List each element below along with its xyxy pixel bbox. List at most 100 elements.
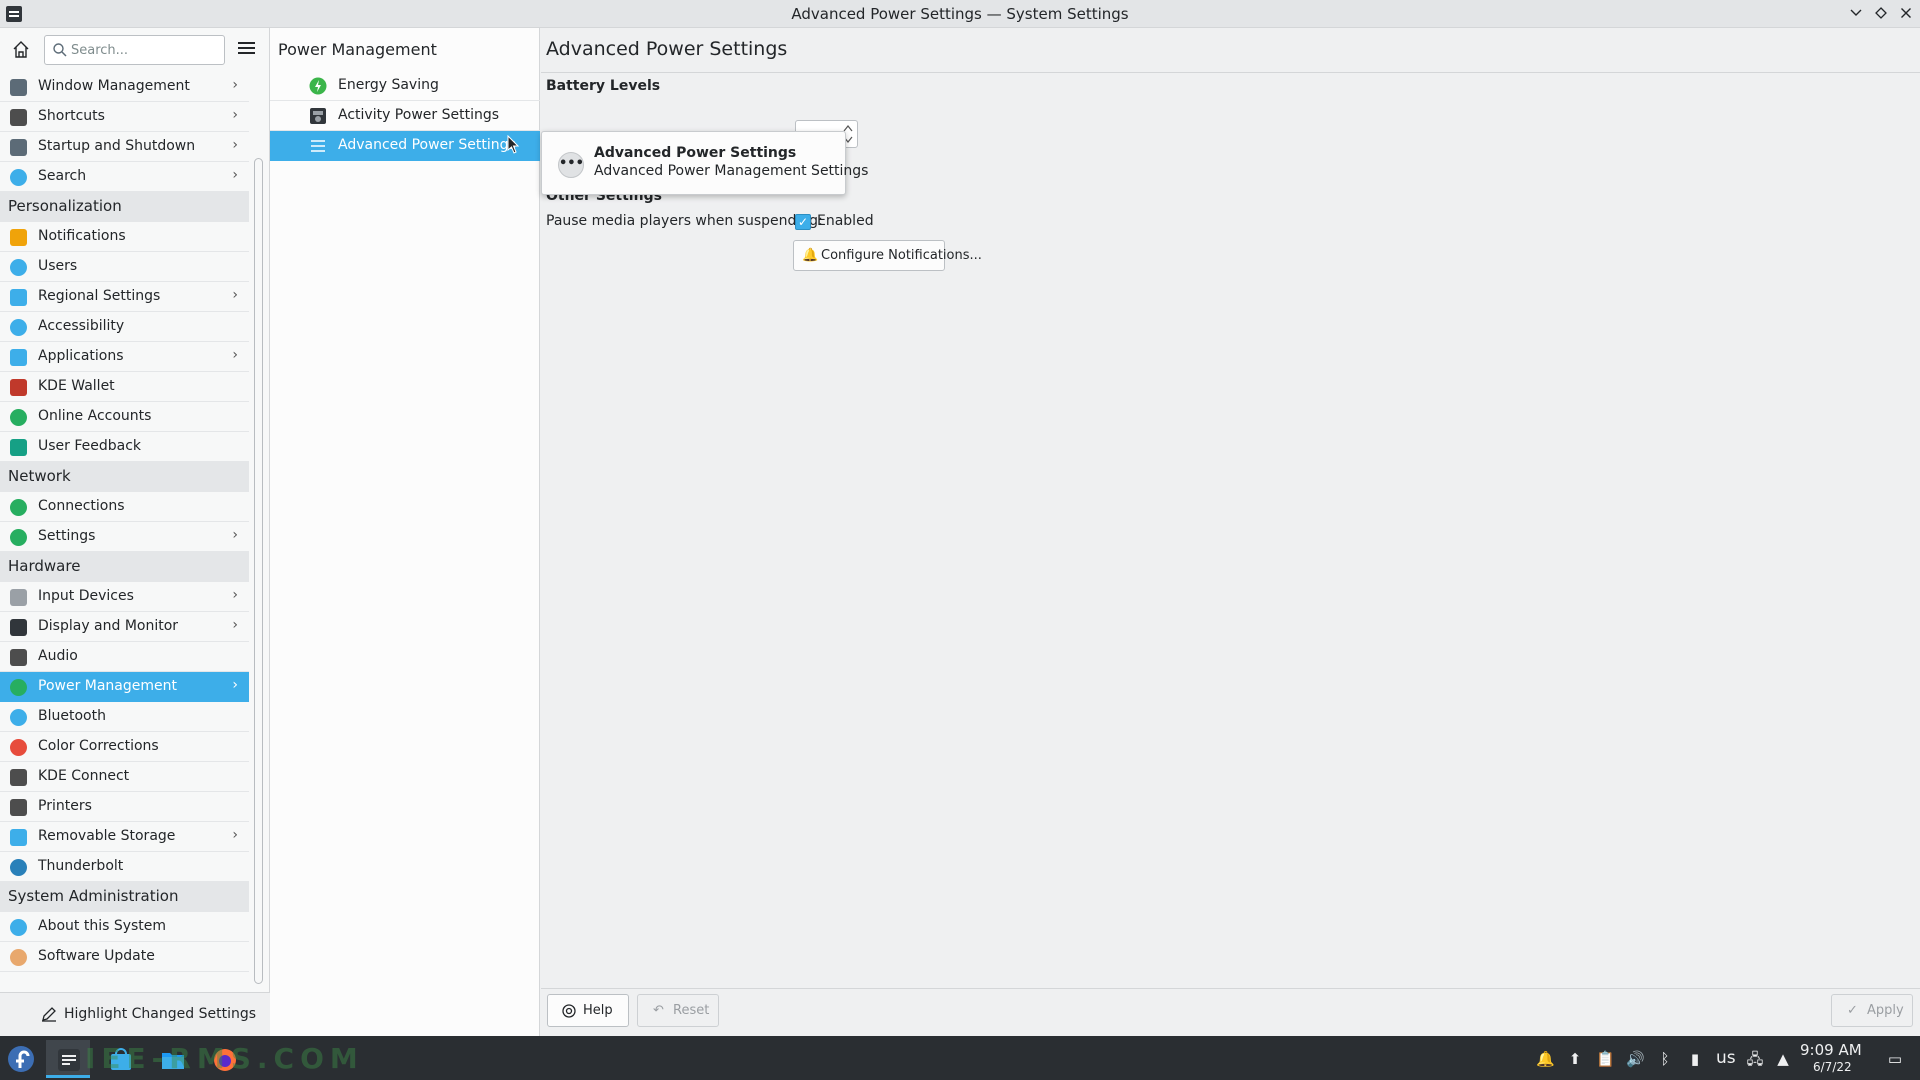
configure-notifications-button[interactable]: 🔔 Configure Notifications...: [793, 240, 982, 271]
network-tray-icon[interactable]: 🖧: [1746, 1050, 1764, 1068]
sidebar-item-regional-settings[interactable]: Regional Settings ›: [0, 282, 249, 312]
energy-saving-icon: [309, 77, 327, 95]
sidebar-item-software-update[interactable]: Software Update: [0, 942, 249, 972]
sidebar-item-search[interactable]: Search ›: [0, 162, 249, 192]
sidebar-item-user-feedback[interactable]: User Feedback: [0, 432, 249, 462]
hamburger-menu-button[interactable]: [236, 39, 258, 61]
sidebar-item-applications[interactable]: Applications ›: [0, 342, 249, 372]
system-settings-icon: [58, 1049, 80, 1071]
chevron-down-icon: [1850, 9, 1862, 16]
wallet-icon: [10, 379, 27, 396]
applications-icon: [10, 349, 27, 366]
sidebar-item-notifications[interactable]: Notifications: [0, 222, 249, 252]
sidebar-item-bluetooth[interactable]: Bluetooth: [0, 702, 249, 732]
page-title: Advanced Power Settings: [546, 38, 788, 60]
sidebar-item-settings[interactable]: Settings ›: [0, 522, 249, 552]
pencil-icon: [42, 1007, 56, 1022]
sidebar-item-kde-wallet[interactable]: KDE Wallet: [0, 372, 249, 402]
close-button[interactable]: [1895, 3, 1917, 25]
sidebar-category-system-administration: System Administration: [0, 882, 249, 912]
feedback-icon: [10, 439, 27, 456]
sidebar-item-audio[interactable]: Audio: [0, 642, 249, 672]
mouse-icon: [10, 589, 27, 606]
home-icon: [13, 41, 29, 58]
clock-time[interactable]: 9:09 AM: [1800, 1041, 1862, 1059]
sidebar-item-label: Color Corrections: [38, 738, 159, 754]
sidebar-item-label: Users: [38, 258, 78, 274]
sidebar-item-users[interactable]: Users: [0, 252, 249, 282]
sidebar-category-label: Personalization: [8, 197, 122, 215]
chevron-right-icon: ›: [232, 587, 238, 603]
sidebar-item-thunderbolt[interactable]: Thunderbolt: [0, 852, 249, 882]
window-titlebar: Advanced Power Settings — System Setting…: [0, 0, 1920, 28]
lifebuoy-icon: [562, 1004, 576, 1018]
sidebar-item-startup-and-shutdown[interactable]: Startup and Shutdown ›: [0, 132, 249, 162]
sidebar-item-label: KDE Connect: [38, 768, 130, 784]
usb-icon: [10, 829, 27, 846]
hamburger-icon: [238, 42, 255, 44]
sidebar-item-label: Settings: [38, 528, 96, 544]
sidebar-item-shortcuts[interactable]: Shortcuts ›: [0, 102, 249, 132]
pause-media-checkbox[interactable]: ✓: [795, 214, 811, 230]
tray-expand-arrow-icon[interactable]: ▲: [1774, 1050, 1792, 1068]
header-divider: [541, 72, 1920, 73]
sidebar-item-color-corrections[interactable]: Color Corrections: [0, 732, 249, 762]
sidebar-item-about-this-system[interactable]: About this System: [0, 912, 249, 942]
highlight-changed-settings-button[interactable]: Highlight Changed Settings: [64, 1006, 256, 1022]
subcategory-advanced-power-settings[interactable]: Advanced Power Settings: [270, 131, 540, 161]
sidebar-item-label: Search: [38, 168, 87, 184]
sidebar-item-online-accounts[interactable]: Online Accounts: [0, 402, 249, 432]
pause-media-checkbox-label[interactable]: Enabled: [817, 213, 874, 229]
notifications-tray-icon[interactable]: 🔔: [1536, 1050, 1555, 1068]
show-desktop-icon[interactable]: ▭: [1886, 1050, 1904, 1068]
printer-icon: [10, 799, 27, 816]
reset-button[interactable]: ↶ Reset: [637, 994, 719, 1027]
minimize-button[interactable]: [1845, 3, 1867, 25]
sidebar-item-power-management[interactable]: Power Management ›: [0, 672, 249, 702]
subcategory-energy-saving[interactable]: Energy Saving: [270, 71, 540, 101]
sidebar-item-label: Input Devices: [38, 588, 134, 604]
bluetooth-tray-icon[interactable]: ᛒ: [1656, 1050, 1674, 1068]
keyboard-layout-indicator[interactable]: us: [1716, 1048, 1736, 1068]
sidebar-item-label: Display and Monitor: [38, 618, 179, 634]
help-button[interactable]: Help: [547, 994, 629, 1027]
sidebar-item-accessibility[interactable]: Accessibility: [0, 312, 249, 342]
network-settings-icon: [10, 529, 27, 546]
taskbar: IEE-RMS.COM 🔔 ⬆ 📋 🔊 ᛒ ▮ us 🖧 ▲ 9:09 AM 6…: [0, 1036, 1920, 1080]
battery-levels-heading: Battery Levels: [546, 78, 661, 94]
battery-tray-icon[interactable]: ▮: [1686, 1050, 1704, 1068]
home-button[interactable]: [8, 37, 34, 63]
sidebar-item-connections[interactable]: Connections: [0, 492, 249, 522]
search-icon: [10, 169, 27, 186]
clock-date[interactable]: 6/7/22: [1813, 1060, 1852, 1074]
check-icon: ✓: [1847, 1003, 1858, 1018]
sidebar-item-window-management[interactable]: Window Management ›: [0, 72, 249, 102]
sidebar-item-display-and-monitor[interactable]: Display and Monitor ›: [0, 612, 249, 642]
update-tray-icon[interactable]: ⬆: [1566, 1050, 1584, 1068]
sidebar-scrollbar[interactable]: [254, 158, 263, 984]
sidebar-item-label: Window Management: [38, 78, 190, 94]
sidebar-item-input-devices[interactable]: Input Devices ›: [0, 582, 249, 612]
keyboard-icon: [10, 109, 27, 126]
chevron-right-icon: ›: [232, 167, 238, 183]
thunderbolt-icon: [10, 859, 27, 876]
tooltip-subtitle: Advanced Power Management Settings: [594, 163, 869, 179]
sidebar-item-label: Software Update: [38, 948, 155, 964]
window-management-icon: [10, 79, 27, 96]
search-input[interactable]: [71, 40, 221, 60]
sidebar-item-label: Thunderbolt: [38, 858, 124, 874]
diamond-icon: [1875, 7, 1887, 19]
maximize-button[interactable]: [1870, 3, 1892, 25]
users-icon: [10, 259, 27, 276]
volume-tray-icon[interactable]: 🔊: [1626, 1050, 1645, 1068]
fedora-launcher-icon[interactable]: [6, 1044, 36, 1074]
taskbar-system-settings[interactable]: [46, 1040, 90, 1078]
apply-button[interactable]: ✓ Apply: [1831, 994, 1913, 1027]
sidebar-item-removable-storage[interactable]: Removable Storage ›: [0, 822, 249, 852]
sidebar-item-printers[interactable]: Printers: [0, 792, 249, 822]
subcategory-activity-power-settings[interactable]: Activity Power Settings: [270, 101, 540, 131]
sidebar-category-hardware: Hardware: [0, 552, 249, 582]
clipboard-tray-icon[interactable]: 📋: [1596, 1050, 1615, 1068]
sidebar-item-kde-connect[interactable]: KDE Connect: [0, 762, 249, 792]
search-field[interactable]: [44, 35, 225, 65]
